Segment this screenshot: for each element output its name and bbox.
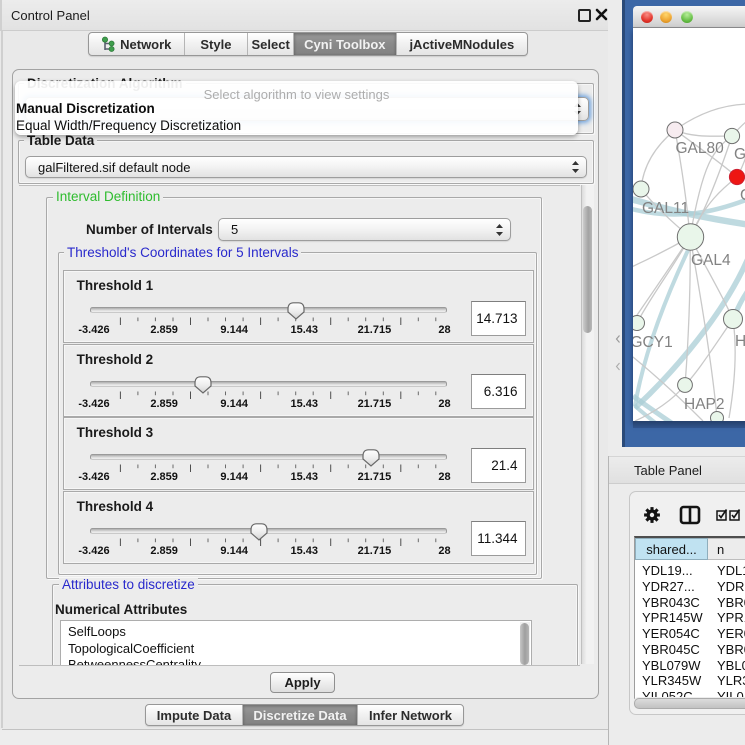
svg-text:HIS7: HIS7 xyxy=(735,333,745,350)
svg-text:GAL11: GAL11 xyxy=(642,200,689,217)
svg-text:GAL2: GAL2 xyxy=(740,187,745,204)
svg-text:GAL3: GAL3 xyxy=(734,146,745,163)
svg-text:GAL4: GAL4 xyxy=(691,252,731,269)
svg-text:GCY1: GCY1 xyxy=(633,334,673,351)
svg-text:HAP2: HAP2 xyxy=(684,396,725,413)
svg-text:GAL80: GAL80 xyxy=(676,140,725,157)
